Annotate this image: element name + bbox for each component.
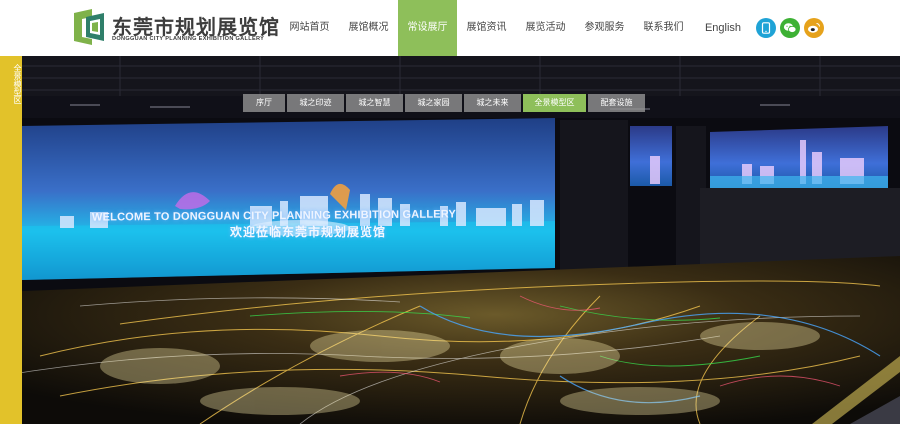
subnav-item-prelude[interactable]: 序厅 (243, 94, 285, 112)
language-switch-english[interactable]: English (700, 0, 746, 56)
site-header: 东莞市规划展览馆 DONGGUAN CITY PLANNING EXHIBITI… (0, 0, 900, 56)
side-tab-label: 全景模型区 (13, 64, 22, 104)
subnav-item-city-imprint[interactable]: 城之印迹 (287, 94, 344, 112)
site-logo[interactable]: 东莞市规划展览馆 DONGGUAN CITY PLANNING EXHIBITI… (72, 9, 279, 49)
subnav-item-city-home[interactable]: 城之家园 (405, 94, 462, 112)
subnav-item-panorama-model[interactable]: 全景模型区 (523, 94, 586, 112)
weibo-icon[interactable] (804, 18, 824, 38)
subnav-item-facilities[interactable]: 配套设施 (588, 94, 645, 112)
nav-item-home[interactable]: 网站首页 (280, 0, 339, 56)
subnav-item-city-wisdom[interactable]: 城之智慧 (346, 94, 403, 112)
nav-item-contact[interactable]: 联系我们 (634, 0, 693, 56)
nav-item-visit[interactable]: 参观服务 (575, 0, 634, 56)
side-tab-panorama-model[interactable]: 全景模型区 (0, 56, 22, 424)
logo-title-en: DONGGUAN CITY PLANNING EXHIBITION GALLER… (112, 36, 265, 42)
exhibition-subnav: 序厅 城之印迹 城之智慧 城之家园 城之未来 全景模型区 配套设施 (243, 94, 645, 112)
subnav-item-city-future[interactable]: 城之未来 (464, 94, 521, 112)
nav-item-events[interactable]: 展览活动 (516, 0, 575, 56)
main-nav: 网站首页 展馆概况 常设展厅 展馆资讯 展览活动 参观服务 联系我们 (280, 0, 693, 56)
logo-mark-icon (74, 9, 104, 45)
nav-item-news[interactable]: 展馆资讯 (457, 0, 516, 56)
screen-title-cn: 欢迎莅临东莞市规划展览馆 (230, 225, 387, 239)
phone-icon[interactable] (756, 18, 776, 38)
nav-item-about[interactable]: 展馆概况 (339, 0, 398, 56)
nav-item-permanent-exhibition[interactable]: 常设展厅 (398, 0, 457, 56)
wechat-icon[interactable] (780, 18, 800, 38)
